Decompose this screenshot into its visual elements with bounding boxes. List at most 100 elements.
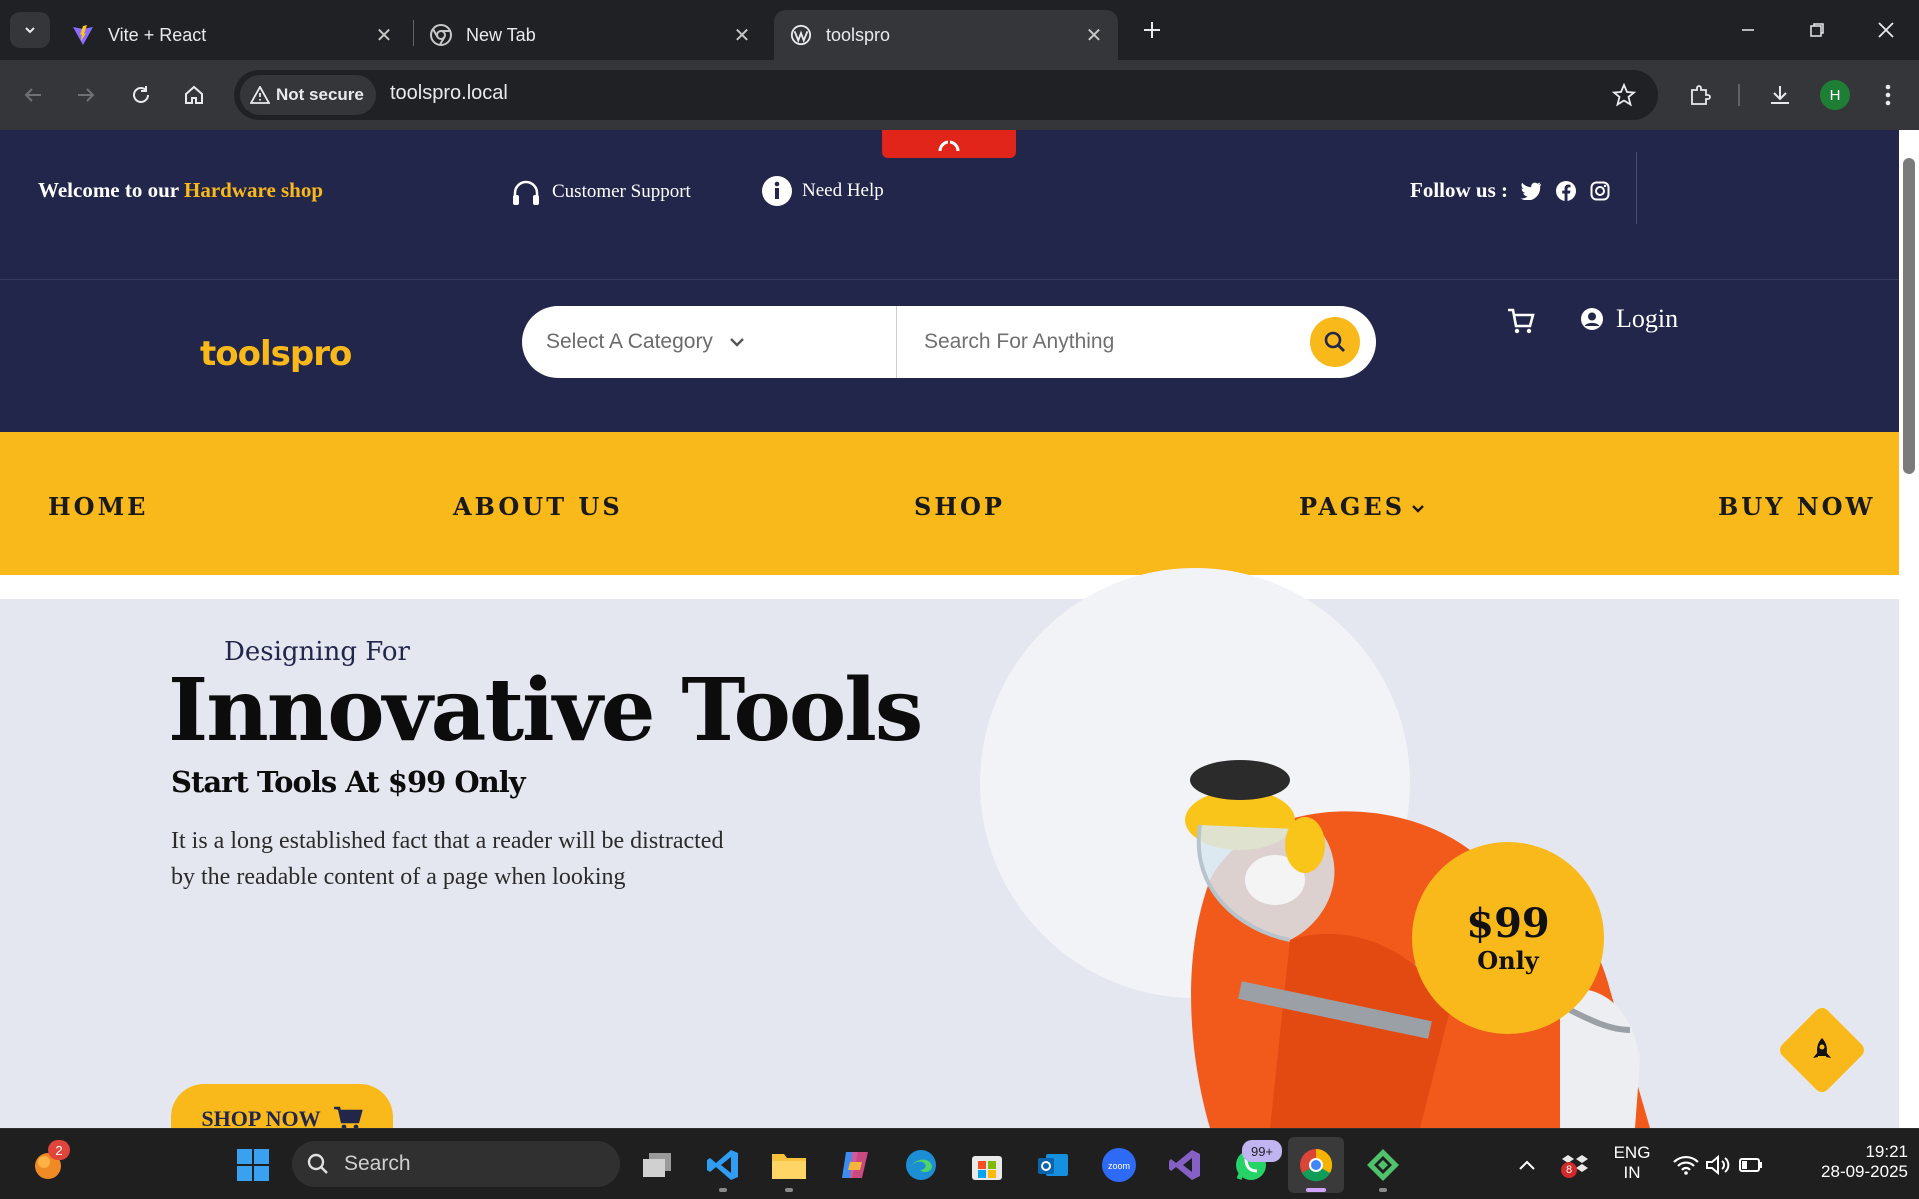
rocket-icon [1813, 1038, 1831, 1058]
customer-support-link[interactable]: Customer Support [510, 176, 691, 208]
vscode-app[interactable] [704, 1146, 742, 1184]
taskbar-search-label: Search [344, 1152, 411, 1175]
file-explorer-app[interactable] [770, 1146, 808, 1184]
price-badge: $99 Only [1412, 842, 1604, 1034]
visual-studio-app[interactable] [1166, 1146, 1204, 1184]
more-vertical-icon [1885, 84, 1891, 106]
tab-new-tab[interactable]: New Tab ✕ [414, 10, 766, 60]
facebook-icon[interactable] [1555, 180, 1577, 202]
bookmark-button[interactable] [1606, 77, 1642, 113]
site-header: toolspro Select A Category [0, 280, 1899, 432]
outlook-icon [1038, 1154, 1068, 1176]
taskbar-search[interactable]: Search [292, 1141, 620, 1187]
extensions-button[interactable] [1682, 77, 1718, 113]
arrow-left-icon [24, 88, 41, 102]
vscode-icon [707, 1150, 738, 1180]
new-tab-button[interactable] [1136, 14, 1168, 46]
browser-menu-button[interactable] [1870, 77, 1906, 113]
cart-button[interactable] [1506, 306, 1536, 336]
clock[interactable]: 19:21 28-09-2025 [1792, 1142, 1908, 1182]
close-icon [1878, 22, 1894, 38]
search-icon [307, 1153, 328, 1174]
chrome-active-indicator [1306, 1188, 1326, 1192]
quick-settings-button[interactable] [1668, 1146, 1768, 1184]
twitter-icon[interactable] [1520, 180, 1542, 202]
task-view-button[interactable] [638, 1146, 676, 1184]
category-select[interactable]: Select A Category [546, 306, 745, 378]
home-button[interactable] [176, 77, 212, 113]
tab-list-button[interactable] [10, 12, 50, 48]
need-help-link[interactable]: Need Help [762, 176, 884, 206]
explorer-running-indicator [785, 1188, 793, 1192]
svg-text:zoom: zoom [1108, 1161, 1130, 1171]
tab-title: Vite + React [108, 24, 207, 45]
search-button[interactable] [1310, 317, 1360, 367]
security-label: Not secure [276, 85, 364, 104]
vite-icon [72, 24, 94, 46]
widgets-badge: 2 [48, 1140, 70, 1160]
show-hidden-icons-button[interactable] [1508, 1146, 1546, 1184]
nav-pages-label: PAGES [1299, 492, 1406, 521]
login-link[interactable]: Login [1580, 304, 1678, 334]
security-chip[interactable]: Not secure [240, 75, 376, 115]
close-icon[interactable]: ✕ [728, 21, 756, 49]
puzzle-icon [1691, 85, 1711, 105]
instagram-icon[interactable] [1589, 180, 1611, 202]
minimize-button[interactable] [1728, 12, 1768, 48]
nav-home[interactable]: HOME [48, 492, 148, 521]
admin-bar-tab[interactable] [882, 130, 1016, 158]
scrollbar-thumb[interactable] [1903, 158, 1915, 474]
home-icon [185, 85, 203, 104]
clock-date: 28-09-2025 [1821, 1162, 1908, 1181]
language-line1: ENG [1613, 1143, 1651, 1162]
price-amount: $99 [1466, 899, 1550, 947]
site-logo[interactable]: toolspro [200, 334, 352, 374]
edge-app[interactable] [902, 1146, 940, 1184]
nav-about-us[interactable]: ABOUT US [453, 492, 623, 521]
reload-button[interactable] [123, 77, 159, 113]
minimize-icon [1742, 29, 1754, 31]
welcome-text: Welcome to our Hardware shop [38, 178, 323, 203]
hero-subtitle: Start Tools At $99 Only [171, 765, 526, 799]
forward-button[interactable] [68, 77, 104, 113]
language-indicator[interactable]: ENG IN [1604, 1143, 1660, 1183]
copilot-app[interactable] [836, 1146, 874, 1184]
tab-title: toolspro [826, 24, 891, 45]
restore-button[interactable] [1797, 12, 1837, 48]
login-label: Login [1616, 304, 1679, 333]
cart-icon [1508, 308, 1535, 334]
outlook-app[interactable] [1034, 1146, 1072, 1184]
zoom-app[interactable]: zoom [1100, 1146, 1138, 1184]
warning-icon [250, 86, 270, 104]
close-window-button[interactable] [1866, 12, 1906, 48]
chevron-down-icon [730, 338, 744, 347]
hero-description: It is a long established fact that a rea… [171, 828, 724, 890]
store-app[interactable] [968, 1146, 1006, 1184]
tab-vite-react[interactable]: Vite + React ✕ [56, 10, 408, 60]
task-view-icon [643, 1153, 671, 1177]
hero-title: Innovative Tools [168, 660, 923, 761]
battery-icon [1739, 1158, 1762, 1172]
start-button[interactable] [234, 1146, 272, 1184]
shop-now-button[interactable]: SHOP NOW [171, 1084, 393, 1131]
topbar-divider [1636, 152, 1637, 224]
url-text[interactable]: toolspro.local [390, 82, 508, 105]
tab-title: New Tab [466, 24, 536, 45]
need-help-label: Need Help [802, 180, 884, 201]
chrome-app[interactable] [1288, 1137, 1344, 1193]
dev-tool-app[interactable] [1364, 1146, 1402, 1184]
download-icon [1771, 86, 1789, 104]
copilot-icon [842, 1152, 868, 1178]
search-input[interactable] [924, 324, 1294, 360]
nav-pages[interactable]: PAGES [1299, 492, 1425, 521]
downloads-button[interactable] [1762, 77, 1798, 113]
tab-toolspro[interactable]: toolspro ✕ [774, 10, 1118, 60]
close-icon[interactable]: ✕ [370, 21, 398, 49]
back-button[interactable] [15, 77, 51, 113]
follow-label: Follow us : [1410, 178, 1509, 202]
nav-shop[interactable]: SHOP [914, 492, 1005, 521]
close-icon[interactable]: ✕ [1080, 21, 1108, 49]
profile-avatar[interactable]: H [1820, 80, 1850, 110]
diamond-app-icon [1367, 1149, 1399, 1181]
nav-buy-now[interactable]: BUY NOW [1718, 492, 1876, 521]
